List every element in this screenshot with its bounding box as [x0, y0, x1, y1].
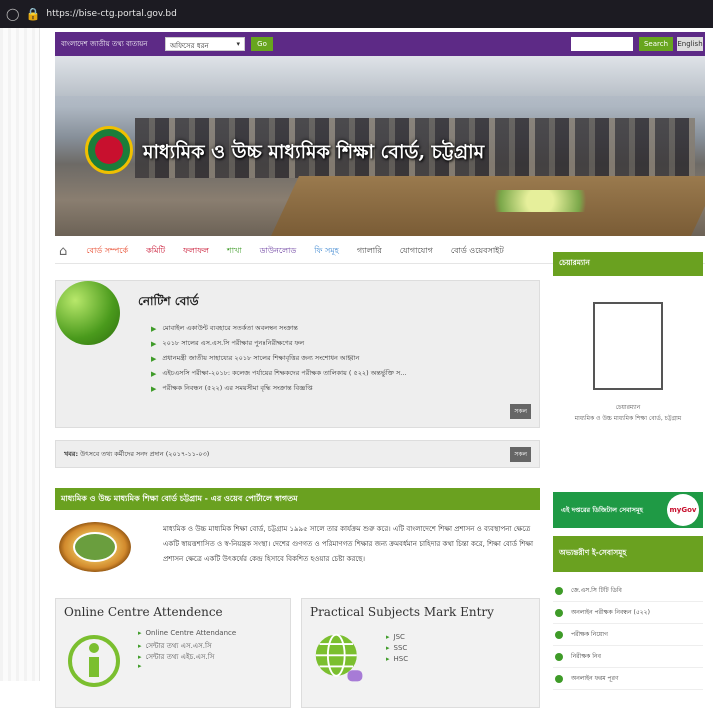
home-icon[interactable]: ⌂	[59, 244, 67, 259]
eservices-list: জে.এস.সি টিটি ডিবি অনলাইন পরীক্ষক নিবন্ধ…	[553, 580, 703, 690]
chairman-header: চেয়ারম্যান	[553, 252, 703, 276]
eservices-header: অভ্যন্তরীণ ই-সেবাসমূহ	[553, 536, 703, 572]
eservice-item[interactable]: জে.এস.সি টিটি ডিবি	[553, 580, 703, 602]
notice-item[interactable]: ▶ প্রধানমন্ত্রী জাতীয় সাহায্যের ২০১৮ সাল…	[151, 351, 406, 366]
card-title: Practical Subjects Mark Entry	[310, 605, 494, 619]
header-banner: মাধ্যমিক ও উচ্চ মাধ্যমিক শিক্ষা বোর্ড, চ…	[55, 56, 705, 236]
card-link[interactable]: ▸ সেন্টার তথ্য এইচ.এস.সি	[138, 651, 236, 662]
search-button[interactable]: Search	[639, 37, 673, 51]
bullet-icon	[555, 608, 563, 617]
bullet-icon	[555, 674, 563, 683]
nav-item-contact[interactable]: যোগাযোগ	[391, 245, 442, 258]
office-type-select[interactable]: অফিসের ধরন ▾	[165, 37, 245, 51]
nav-item-about[interactable]: বোর্ড সম্পর্কে	[77, 245, 137, 258]
notice-item[interactable]: ▶ পরীক্ষক নিবন্ধন (৫২২) এর সময়সীমা বৃদ্ধ…	[151, 381, 406, 396]
notice-title: নোটিশ বোর্ড	[138, 294, 199, 308]
nav-item-fees[interactable]: ফি সমূহ	[305, 245, 348, 258]
digital-services-banner[interactable]: এই দপ্তরের ডিজিটাল সেবাসমূহ myGov	[553, 492, 703, 528]
national-portal-link[interactable]: বাংলাদেশ জাতীয় তথ্য বাতায়ন	[61, 38, 161, 50]
chairman-org: মাধ্যমিক ও উচ্চ মাধ্যমিক শিক্ষা বোর্ড, চ…	[574, 415, 682, 422]
info-icon[interactable]	[66, 629, 122, 689]
notice-board: নোটিশ বোর্ড ▶ মোবাইল একাউন্ট ব্যবহারে সতর…	[55, 280, 540, 428]
card-link[interactable]: ▸ Online Centre Attendance	[138, 629, 236, 640]
notice-item[interactable]: ▶ ২০১৮ সালের এস.এস.সি পরীক্ষার পুনঃনিরীক্…	[151, 336, 406, 351]
portal-page: বাংলাদেশ জাতীয় তথ্য বাতায়ন অফিসের ধরন …	[55, 28, 705, 708]
globe-mouse-icon[interactable]	[312, 629, 368, 689]
top-utility-bar: বাংলাদেশ জাতীয় তথ্য বাতায়ন অফিসের ধরন …	[55, 32, 705, 56]
card-link[interactable]: ▸ সেন্টার তথ্য এস.এস.সি	[138, 640, 236, 651]
card-practical-marks: Practical Subjects Mark Entry ▸ JSC ▸ SS…	[301, 598, 540, 708]
board-emblem	[59, 522, 131, 572]
chairman-caption: চেয়ারম্যান	[615, 404, 641, 411]
welcome-heading: মাধ্যমিক ও উচ্চ মাধ্যমিক শিক্ষা বোর্ড চট…	[55, 488, 540, 510]
news-text[interactable]: উৎসবে তথ্য কর্মীদের সনদ প্রদান (২০১৭-১১-…	[80, 450, 209, 458]
card-title: Online Centre Attendence	[64, 605, 223, 619]
notice-list: ▶ মোবাইল একাউন্ট ব্যবহারে সতর্কতা অবলম্বন…	[151, 321, 406, 396]
nav-item-website[interactable]: বোর্ড ওয়েবসাইট	[442, 245, 513, 258]
card-online-attendance: Online Centre Attendence ▸ Online Centre …	[55, 598, 291, 708]
globe-icon	[56, 281, 120, 345]
about-section: মাধ্যমিক ও উচ্চ মাধ্যমিক শিক্ষা বোর্ড, চ…	[55, 516, 540, 584]
card-link[interactable]: ▸ HSC	[386, 655, 408, 666]
notice-all-button[interactable]: সকল	[510, 404, 531, 419]
card-link[interactable]: ▸ SSC	[386, 644, 408, 655]
notice-item[interactable]: ▶ এইচএসসি পরীক্ষা-২০১৮: কলেজ পর্যায়ের শি…	[151, 366, 406, 381]
chairman-photo[interactable]	[593, 302, 663, 390]
arrow-icon: ▶	[151, 384, 157, 393]
arrow-icon: ▶	[151, 354, 157, 363]
nav-item-results[interactable]: ফলাফল	[174, 245, 218, 258]
bullet-icon	[555, 630, 563, 639]
lock-icon[interactable]: 🔒	[25, 7, 40, 21]
eservice-item[interactable]: অনলাইন ফরম পূরণ	[553, 668, 703, 690]
news-label: খবর:	[64, 449, 79, 458]
notice-item[interactable]: ▶ মোবাইল একাউন্ট ব্যবহারে সতর্কতা অবলম্বন…	[151, 321, 406, 336]
about-text: মাধ্যমিক ও উচ্চ মাধ্যমিক শিক্ষা বোর্ড, চ…	[163, 525, 534, 563]
nav-item-branches[interactable]: শাখা	[218, 245, 251, 258]
govt-logo[interactable]	[85, 126, 133, 174]
url-field[interactable]: https://bise-ctg.portal.gov.bd	[46, 9, 176, 19]
arrow-icon: ▶	[151, 324, 157, 333]
search-input[interactable]	[571, 37, 633, 51]
eservice-item[interactable]: পরীক্ষক নিয়োগ	[553, 624, 703, 646]
news-all-button[interactable]: সকল	[510, 446, 531, 462]
sidebar: চেয়ারম্যান চেয়ারম্যান মাধ্যমিক ও উচ্চ …	[553, 252, 703, 690]
chevron-down-icon: ▾	[236, 40, 240, 48]
bullet-icon	[555, 652, 563, 661]
card-link[interactable]: ▸	[138, 662, 236, 673]
eservice-item[interactable]: অনলাইন পরীক্ষক নিবন্ধন (৫২২)	[553, 602, 703, 624]
eservice-item[interactable]: নিরীক্ষক নিব	[553, 646, 703, 668]
nav-item-gallery[interactable]: গ্যালারি	[348, 245, 391, 258]
english-toggle[interactable]: English	[677, 37, 703, 51]
arrow-icon: ▶	[151, 369, 157, 378]
left-decoration	[0, 28, 40, 681]
nav-item-committee[interactable]: কমিটি	[137, 245, 174, 258]
service-cards: Online Centre Attendence ▸ Online Centre …	[55, 598, 540, 708]
site-title[interactable]: মাধ্যমিক ও উচ্চ মাধ্যমিক শিক্ষা বোর্ড, চ…	[143, 138, 484, 170]
card-link[interactable]: ▸ JSC	[386, 633, 408, 644]
news-ticker: খবর: উৎসবে তথ্য কর্মীদের সনদ প্রদান (২০১…	[55, 440, 540, 468]
shield-icon[interactable]: ◯	[6, 7, 19, 21]
browser-address-bar: ◯ 🔒 https://bise-ctg.portal.gov.bd	[0, 0, 713, 28]
arrow-icon: ▶	[151, 339, 157, 348]
go-button[interactable]: Go	[251, 37, 273, 51]
bullet-icon	[555, 586, 563, 595]
nav-item-download[interactable]: ডাউনলোড	[251, 245, 306, 258]
mygov-logo: myGov	[667, 494, 699, 526]
